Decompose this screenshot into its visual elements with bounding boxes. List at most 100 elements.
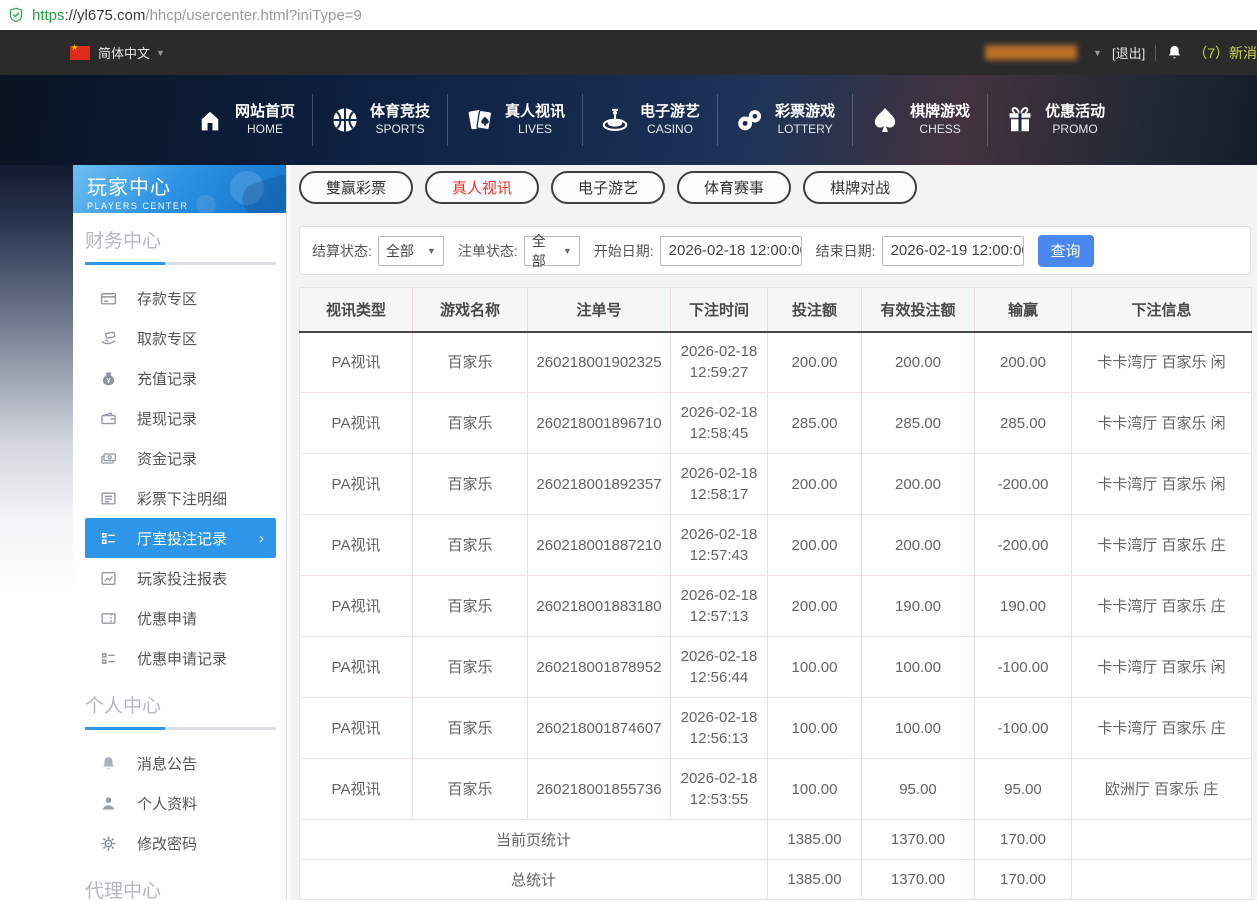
sidebar-item-deposit-zone[interactable]: 存款专区 (73, 278, 286, 318)
sidebar-item-recharge-records[interactable]: 充值记录 (73, 358, 286, 398)
table-cell: PA视讯 (300, 332, 413, 393)
table-cell: 100.00 (862, 637, 975, 698)
playing-cards-icon (465, 105, 495, 135)
table-cell: 200.00 (768, 332, 862, 393)
nav-label-en: PROMO (1052, 122, 1097, 137)
settle-status-select[interactable]: 全部 ▼ (378, 236, 444, 266)
chevron-down-icon: ▼ (563, 246, 572, 256)
table-row: PA视讯百家乐2602180018789522026-02-18 12:56:4… (300, 637, 1252, 698)
tab-electronic-games[interactable]: 电子游艺 (551, 171, 665, 204)
sidebar-item-promo-apply[interactable]: 优惠申请 (73, 598, 286, 638)
stats-valid-amount: 1370.00 (862, 860, 975, 900)
address-url[interactable]: https://yl675.com/hhcp/usercenter.html?i… (32, 7, 362, 24)
stats-empty (1072, 860, 1252, 900)
stats-bet-amount: 1385.00 (768, 860, 862, 900)
start-date-input[interactable] (660, 236, 802, 266)
section-heading-agent: 代理中心 (85, 876, 276, 900)
nav-label-zh: 优惠活动 (1045, 103, 1105, 122)
stats-bet-amount: 1385.00 (768, 820, 862, 860)
nav-item-promo[interactable]: 优惠活动PROMO (987, 94, 1122, 146)
nav-item-chess[interactable]: 棋牌游戏CHESS (852, 94, 987, 146)
chevron-down-icon: ▼ (427, 246, 436, 256)
sidebar-item-promo-apply-records[interactable]: 优惠申请记录 (73, 638, 286, 678)
table-cell: PA视讯 (300, 698, 413, 759)
nav-label-zh: 彩票游戏 (775, 103, 835, 122)
table-row: PA视讯百家乐2602180018923572026-02-18 12:58:1… (300, 454, 1252, 515)
search-button[interactable]: 查询 (1038, 235, 1094, 267)
tab-sports-events[interactable]: 体育赛事 (677, 171, 791, 204)
table-cell: 百家乐 (413, 332, 528, 393)
nav-label-en: LOTTERY (778, 122, 833, 137)
settle-status-label: 结算状态: (312, 241, 372, 261)
list-check-icon (100, 530, 117, 547)
sidebar-item-withdraw-records[interactable]: 提现记录 (73, 398, 286, 438)
order-status-select[interactable]: 全部 ▼ (524, 236, 580, 266)
nav-item-lottery[interactable]: 彩票游戏LOTTERY (717, 94, 852, 146)
table-cell: 200.00 (862, 332, 975, 393)
china-flag-icon (70, 46, 90, 60)
stats-label: 总统计 (300, 860, 768, 900)
sidebar-item-label: 玩家投注报表 (137, 568, 227, 589)
nav-item-casino[interactable]: 电子游艺CASINO (582, 94, 717, 146)
new-messages-link[interactable]: （7）新消息 (1193, 43, 1257, 63)
sidebar-item-fund-records[interactable]: 资金记录 (73, 438, 286, 478)
language-selector[interactable]: 简体中文 (98, 43, 150, 62)
table-row: PA视讯百家乐2602180018967102026-02-18 12:58:4… (300, 393, 1252, 454)
home-icon (195, 105, 225, 135)
logout-link[interactable]: [退出] (1112, 43, 1145, 62)
table-cell: 260218001878952 (528, 637, 671, 698)
nav-label-en: SPORTS (375, 122, 424, 137)
sidebar-item-label: 存款专区 (137, 288, 197, 309)
sidebar-item-message-announcements[interactable]: 消息公告 (73, 743, 286, 783)
table-cell: -200.00 (975, 515, 1072, 576)
table-cell: 2026-02-18 12:57:13 (671, 576, 768, 637)
table-cell: 百家乐 (413, 759, 528, 820)
tab-board-games[interactable]: 棋牌对战 (803, 171, 917, 204)
security-shield-icon (8, 7, 24, 23)
order-status-label: 注单状态: (458, 241, 518, 261)
table-cell: 260218001883180 (528, 576, 671, 637)
table-row: PA视讯百家乐2602180018831802026-02-18 12:57:1… (300, 576, 1252, 637)
table-footer: 当前页统计 1385.00 1370.00 170.00 总统计 1385.00… (300, 820, 1252, 900)
language-caret-icon[interactable]: ▼ (156, 48, 165, 58)
nav-label-zh: 真人视讯 (505, 103, 565, 122)
table-cell: 100.00 (768, 637, 862, 698)
table-cell: 卡卡湾厅 百家乐 庄 (1072, 515, 1252, 576)
topbar-divider (1155, 45, 1156, 61)
gift-icon (1005, 105, 1035, 135)
sidebar-item-label: 资金记录 (137, 448, 197, 469)
table-cell: 2026-02-18 12:57:43 (671, 515, 768, 576)
sidebar-item-lottery-bet-detail[interactable]: 彩票下注明细 (73, 478, 286, 518)
username-blurred[interactable] (985, 45, 1077, 60)
end-date-input[interactable] (882, 236, 1024, 266)
nav-item-lives[interactable]: 真人视讯LIVES (447, 94, 582, 146)
sidebar-item-label: 优惠申请记录 (137, 648, 227, 669)
table-cell: 100.00 (862, 698, 975, 759)
table-cell: 260218001887210 (528, 515, 671, 576)
table-cell: 200.00 (768, 454, 862, 515)
sidebar-item-hall-bet-records[interactable]: 厅室投注记录 › (85, 518, 276, 558)
bell-icon[interactable] (1166, 44, 1183, 61)
table-cell: 285.00 (862, 393, 975, 454)
tab-lottery[interactable]: 雙赢彩票 (299, 171, 413, 204)
col-win-loss: 输赢 (975, 288, 1072, 332)
sidebar-item-withdraw-zone[interactable]: 取款专区 (73, 318, 286, 358)
nav-item-sports[interactable]: 体育竞技SPORTS (312, 94, 447, 146)
sidebar-item-change-password[interactable]: 修改密码 (73, 823, 286, 863)
sidebar-item-player-bet-report[interactable]: 玩家投注报表 (73, 558, 286, 598)
table-cell: 285.00 (768, 393, 862, 454)
sidebar-item-personal-profile[interactable]: 个人资料 (73, 783, 286, 823)
username-caret-icon[interactable]: ▼ (1093, 48, 1102, 58)
table-cell: 2026-02-18 12:59:27 (671, 332, 768, 393)
nav-item-home[interactable]: 网站首页HOME (178, 94, 312, 146)
table-cell: 260218001896710 (528, 393, 671, 454)
tab-live-video[interactable]: 真人视讯 (425, 171, 539, 204)
table-cell: 285.00 (975, 393, 1072, 454)
table-cell: PA视讯 (300, 637, 413, 698)
table-cell: 200.00 (768, 576, 862, 637)
nav-label-zh: 网站首页 (235, 103, 295, 122)
banknotes-icon (100, 450, 117, 467)
filter-bar: 结算状态: 全部 ▼ 注单状态: 全部 ▼ 开始日期: 结束日期: 查询 (299, 226, 1251, 275)
table-cell: 2026-02-18 12:53:55 (671, 759, 768, 820)
table-cell: 200.00 (975, 332, 1072, 393)
